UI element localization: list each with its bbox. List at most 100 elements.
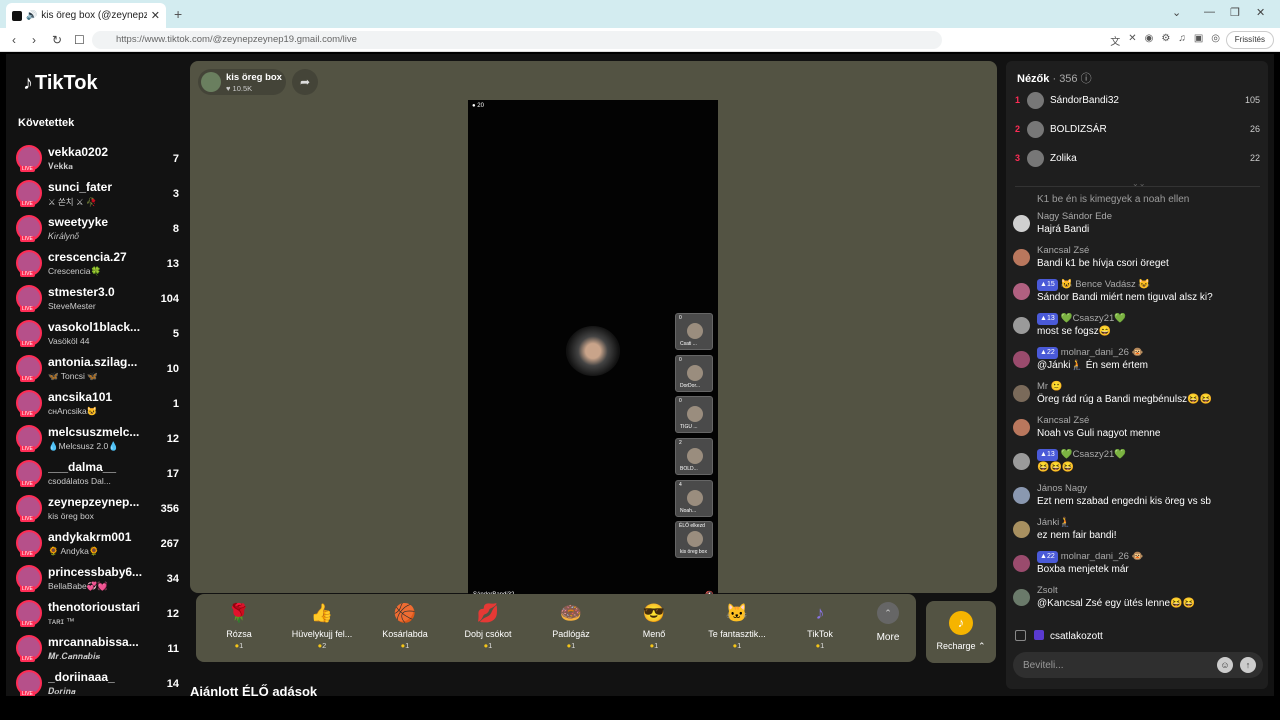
host-likes: ♥ 10.5K [226,84,253,93]
more-gifts-button[interactable]: ⌃ More [868,602,908,643]
music-icon[interactable]: ♫ [1178,33,1186,48]
profile-icon[interactable]: ◎ [1211,33,1220,48]
following-item[interactable]: LIVE antonia.szilag... 🦋 Toncsi 🦋 10 [16,352,181,387]
following-item[interactable]: LIVE ancsika101 ᴄʜAncsika😺 1 [16,387,181,422]
close-tab-icon[interactable]: ✕ [151,9,160,22]
following-item[interactable]: LIVE sunci_fater ⚔ 쏜치 ⚔ 🥀 3 [16,177,181,212]
reload-icon[interactable]: ↻ [52,33,62,47]
guest-tile[interactable]: 4 Noah... [675,480,713,517]
gift-item[interactable]: 🌹 Rózsa ●1 [204,600,274,650]
following-item[interactable]: LIVE crescencia.27 Crescencia🍀 13 [16,247,181,282]
following-item[interactable]: LIVE mrcannabissa... 𝑴𝒓.𝑪𝒂𝒏𝒏𝒂𝒃𝒊𝒔 11 [16,632,181,667]
following-item[interactable]: LIVE princessbaby6... BellaBabe💞💓 34 [16,562,181,597]
chat-message[interactable]: Mr 🙂 Öreg rád rúg a Bandi megbénulsz😆😆 [1013,381,1263,409]
gift-item[interactable]: 😎 Menő ●1 [619,600,689,650]
following-name: antonia.szilag... [48,355,138,369]
chat-text: Öreg rád rúg a Bandi megbénulsz😆😆 [1037,394,1212,405]
forward-icon[interactable]: › [32,33,36,47]
following-item[interactable]: LIVE _doriinaaa_ 𝑫𝒐𝒓𝒊𝒏𝒂 14 [16,667,181,696]
sidebar-icon[interactable]: ▣ [1194,33,1203,48]
share-icon[interactable]: ➦ [292,69,318,95]
following-item[interactable]: LIVE ___dalma__ csodálatos Dal... 17 [16,457,181,492]
viewers-heading[interactable]: Nézők · 356 ⓘ [1017,70,1092,86]
level-badge-icon [1034,630,1044,640]
close-window-icon[interactable]: ✕ [1256,6,1265,19]
top-viewer-row[interactable]: 1 SándorBandi32 105 [1015,91,1260,111]
chat-message[interactable]: ▲13 💚Csaszy21💚 😆😆😆 [1013,449,1263,477]
chat-message[interactable]: Kancsal Zsé Noah vs Guli nagyot menne [1013,415,1263,443]
viewer-avatar [1027,121,1044,138]
guest-name: Csati ... [680,341,697,347]
following-item[interactable]: LIVE vasokol1black... Vasököl 44 5 [16,317,181,352]
info-icon[interactable]: ⓘ [1081,73,1092,85]
gift-item[interactable]: 🏀 Kosárlabda ●1 [370,600,440,650]
gift-item[interactable]: 🍩 Padlógáz ●1 [536,600,606,650]
send-icon[interactable]: ↑ [1240,657,1256,673]
update-button[interactable]: Frissítés [1225,31,1274,49]
browser-tab-bar: 🔊 kis öreg box (@zeynepzeyne ✕ + ⌄ — ❐ ✕ [0,0,1280,28]
chat-username-text: Kancsal Zsé [1037,245,1090,256]
emoji-icon[interactable]: ☺ [1217,657,1233,673]
following-item[interactable]: LIVE sweetyyke 𝐾𝑖𝑟𝑎́𝑙𝑦𝑛𝑜̋ 8 [16,212,181,247]
translate-icon[interactable]: 文 [1110,33,1120,48]
back-icon[interactable]: ‹ [12,33,16,47]
chat-message[interactable]: ▲22 molnar_dani_26 🐵 @Jánki🧎 Én sem értem [1013,347,1263,375]
avatar: LIVE [16,320,42,347]
guest-tile[interactable]: 0 TIGU ... [675,396,713,433]
following-heading: Követettek [18,117,75,129]
following-item[interactable]: LIVE melcsuszmelc... 💧Melcsusz 2.0💧 12 [16,422,181,457]
guest-tile[interactable]: ÉLŐ elkezd kis öreg box [675,521,713,558]
recharge-button[interactable]: ♪ Recharge ⌃ [926,601,996,663]
chat-message[interactable]: ▲13 💚Csaszy21💚 most se fogsz😄 [1013,313,1263,341]
chat-message[interactable]: ▲22 molnar_dani_26 🐵 Boxba menjetek már [1013,551,1263,579]
following-item[interactable]: LIVE stmester3.0 SteveMester 104 [16,282,181,317]
tiktok-logo[interactable]: ♪ TikTok [23,72,98,95]
chat-username: Nagy Sándor Ede [1037,211,1263,223]
viewer-name: Zolika [1050,153,1077,164]
gift-price: ●2 [287,641,357,650]
gift-item[interactable]: ♪ TikTok ●1 [785,600,855,650]
following-viewer-count: 12 [166,433,179,445]
recommended-heading: Ajánlott ÉLŐ adások [190,684,318,696]
gift-item[interactable]: 👍 Hüvelykujj fel... ●2 [287,600,357,650]
following-item[interactable]: LIVE zeynepzeynep... kis öreg box 356 [16,492,181,527]
top-viewer-row[interactable]: 2 BOLDIZSÁR 26 [1015,120,1260,140]
restore-icon[interactable]: ❐ [1230,6,1240,19]
chat-text: most se fogsz😄 [1037,326,1112,337]
new-tab-icon[interactable]: + [174,6,182,22]
minimize-icon[interactable]: — [1204,6,1215,18]
following-item[interactable]: LIVE vekka0202 𝐕𝐞𝐤𝐤𝐚 7 [16,142,181,177]
chat-message[interactable]: János Nagy Ezt nem szabad engedni kis ör… [1013,483,1263,511]
x-icon[interactable]: ✕ [1128,33,1136,48]
chat-message[interactable]: Kancsal Zsé Bandi k1 be hívja csori öreg… [1013,245,1263,273]
puzzle-icon[interactable]: ⚙ [1161,33,1170,48]
gift-price-value: 1 [488,641,493,650]
extension-icon[interactable]: ◉ [1145,33,1154,48]
live-badge: LIVE [20,166,35,172]
chat-message[interactable]: ▲15 😺 Bence Vadász 😺 Sándor Bandi miért n… [1013,279,1263,307]
following-item[interactable]: LIVE thenotorioustari ᴛᴀʀɪ ™ 12 [16,597,181,632]
guest-tile[interactable]: 0 Csati ... [675,313,713,350]
chat-input[interactable] [1023,657,1213,673]
following-subtitle: kis öreg box [48,511,94,521]
live-video[interactable]: ● 20 0 Csati ... 0 DorDor... 0 TIGU ... 2 B… [468,100,718,602]
chat-message[interactable]: Nagy Sándor Ede Hajrá Bandi [1013,211,1263,239]
chat-username-text: Mr 🙂 [1037,381,1063,392]
chat-message[interactable]: Jánki🧎 ez nem fair bandi! [1013,517,1263,545]
viewer-score: 26 [1249,124,1260,134]
join-icon [1015,630,1026,641]
guest-tile[interactable]: 2 BOLD... [675,438,713,475]
gift-item[interactable]: 🐱 Te fantasztik... ●1 [702,600,772,650]
host-pill[interactable]: kis öreg box ♥ 10.5K [198,69,286,95]
tab-list-icon[interactable]: ⌄ [1172,6,1181,19]
guest-tile[interactable]: 0 DorDor... [675,355,713,392]
gift-item[interactable]: 💋 Dobj csókot ●1 [453,600,523,650]
top-viewer-row[interactable]: 3 Zolika 22 [1015,149,1260,169]
browser-tab[interactable]: 🔊 kis öreg box (@zeynepzeyne ✕ [6,3,166,28]
following-item[interactable]: LIVE andykakrm001 🌻 Andyka🌻 267 [16,527,181,562]
chat-message[interactable]: Zsolt @Kancsal Zsé egy ütés lenne😆😆 [1013,585,1263,613]
bookmark-icon[interactable]: ☐ [74,33,85,47]
gift-price-value: 1 [571,641,576,650]
following-name: _doriinaaa_ [48,670,115,684]
url-field[interactable]: https://www.tiktok.com/@zeynepzeynep19.g… [92,31,942,49]
